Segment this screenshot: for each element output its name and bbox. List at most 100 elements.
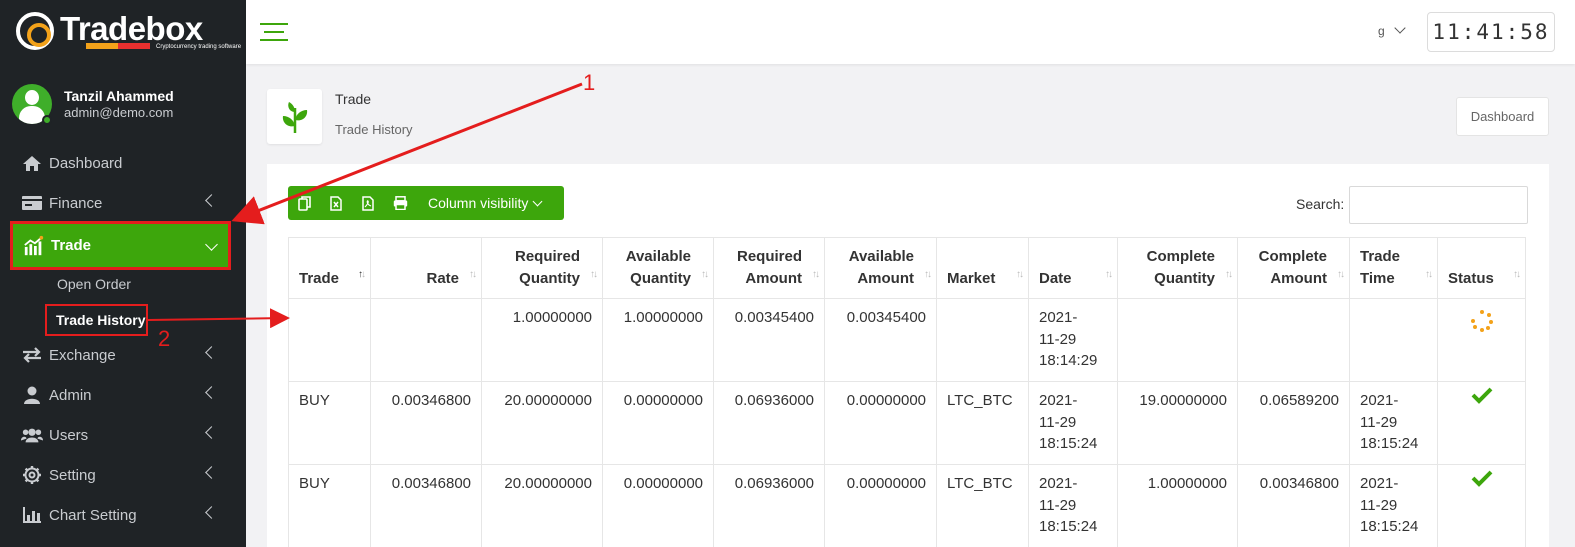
check-icon — [1471, 470, 1492, 487]
cell-available-quantity: 0.00000000 — [602, 381, 714, 465]
cell-trade: BUY — [288, 381, 371, 465]
cell-trade-time: 2021- 11-29 18:15:24 — [1349, 381, 1438, 465]
cell-available-quantity: 1.00000000 — [602, 298, 714, 382]
annotation-label-2: 2 — [158, 326, 171, 351]
cell-required-quantity: 20.00000000 — [481, 464, 603, 547]
user-name: Tanzil Ahammed — [64, 88, 174, 104]
chevron-down-icon[interactable] — [1394, 22, 1406, 34]
sort-asc-icon: ↑↓ — [358, 269, 366, 280]
brand-name-part2: box — [145, 10, 204, 47]
sidebar-subitem-trade-history[interactable]: Trade History — [45, 304, 148, 336]
top-header: g 11:41:58 — [246, 0, 1575, 64]
cell-available-amount: 0.00345400 — [824, 298, 937, 382]
cell-complete-quantity: 19.00000000 — [1117, 381, 1238, 465]
column-header-trade[interactable]: Trade ↑↓ — [288, 237, 371, 299]
home-icon — [21, 154, 43, 172]
sort-icon: ↑↓ — [924, 269, 932, 280]
cell-complete-amount: 0.06589200 — [1237, 381, 1350, 465]
sidebar-item-dashboard[interactable]: Dashboard — [0, 145, 246, 181]
leaf-icon — [267, 89, 322, 144]
chevron-left-icon — [205, 346, 218, 359]
chevron-left-icon — [205, 194, 218, 207]
sidebar: Tradebox Cryptocurrency trading software… — [0, 0, 246, 547]
sort-icon: ↑↓ — [1337, 269, 1345, 280]
dashboard-button[interactable]: Dashboard — [1456, 97, 1549, 136]
brand-tagline: Cryptocurrency trading software — [156, 44, 242, 50]
chart-icon — [23, 235, 45, 255]
sidebar-item-users[interactable]: Users — [0, 417, 246, 453]
cell-required-amount: 0.06936000 — [713, 381, 825, 465]
cell-rate: 0.00346800 — [370, 381, 482, 465]
logo-bar — [86, 43, 150, 49]
cell-required-quantity: 1.00000000 — [481, 298, 603, 382]
chevron-left-icon — [205, 506, 218, 519]
sidebar-item-chart-setting[interactable]: Chart Setting — [0, 497, 246, 533]
sort-icon: ↑↓ — [590, 269, 598, 280]
cell-complete-quantity: 1.00000000 — [1117, 464, 1238, 547]
chevron-down-icon — [532, 196, 543, 206]
column-header-available-amount[interactable]: Available Amount ↑↓ — [824, 237, 937, 299]
logo-mark-icon — [16, 12, 54, 50]
brand-logo[interactable]: Tradebox Cryptocurrency trading software — [16, 10, 241, 54]
digital-clock: 11:41:58 — [1427, 12, 1555, 52]
column-header-trade-time[interactable]: Trade Time ↑↓ — [1349, 237, 1438, 299]
column-header-rate[interactable]: Rate ↑↓ — [370, 237, 482, 299]
sort-icon: ↑↓ — [1425, 269, 1433, 280]
cell-rate: 0.00346800 — [370, 464, 482, 547]
sidebar-item-finance[interactable]: Finance — [0, 185, 246, 221]
pdf-icon[interactable] — [352, 186, 384, 220]
export-toolbar: Column visibility — [288, 186, 564, 220]
hamburger-menu-icon[interactable] — [260, 23, 288, 41]
cell-market — [936, 298, 1029, 382]
column-visibility-button[interactable]: Column visibility — [428, 195, 543, 211]
sort-icon: ↑↓ — [1225, 269, 1233, 280]
copy-icon[interactable] — [288, 186, 320, 220]
table-row: 1.00000000 1.00000000 0.00345400 0.00345… — [288, 298, 1526, 382]
users-icon — [21, 426, 43, 444]
cell-date: 2021- 11-29 18:15:24 — [1028, 381, 1118, 465]
user-email: admin@demo.com — [64, 105, 174, 120]
column-header-date[interactable]: Date ↑↓ — [1028, 237, 1118, 299]
brand-name-part1: Trade — [60, 10, 146, 47]
online-status-icon — [42, 115, 52, 125]
cell-complete-amount: 0.00346800 — [1237, 464, 1350, 547]
exchange-icon — [21, 346, 43, 364]
trade-history-table: Trade ↑↓ Rate ↑↓ Required Quantity ↑↓ Availa… — [288, 237, 1526, 547]
column-header-complete-quantity[interactable]: Complete Quantity ↑↓ — [1117, 237, 1238, 299]
column-header-required-quantity[interactable]: Required Quantity ↑↓ — [481, 237, 603, 299]
trade-history-card: Column visibility Search: Trade ↑↓ Rate ↑↓… — [267, 164, 1549, 547]
cell-required-amount: 0.00345400 — [713, 298, 825, 382]
sidebar-item-admin[interactable]: Admin — [0, 377, 246, 413]
sort-icon: ↑↓ — [1513, 269, 1521, 280]
cell-status — [1437, 464, 1526, 547]
cell-market: LTC_BTC — [936, 464, 1029, 547]
column-header-complete-amount[interactable]: Complete Amount ↑↓ — [1237, 237, 1350, 299]
cell-status — [1437, 298, 1526, 382]
sidebar-subitem-open-order[interactable]: Open Order — [57, 276, 131, 292]
language-selector[interactable]: g — [1378, 24, 1385, 38]
check-icon — [1471, 387, 1492, 404]
column-header-available-quantity[interactable]: Available Quantity ↑↓ — [602, 237, 714, 299]
cell-trade-time: 2021- 11-29 18:15:24 — [1349, 464, 1438, 547]
column-header-status[interactable]: Status ↑↓ — [1437, 237, 1526, 299]
search-input[interactable] — [1349, 186, 1528, 224]
table-row: BUY 0.00346800 20.00000000 0.00000000 0.… — [288, 464, 1526, 547]
sidebar-item-setting[interactable]: Setting — [0, 457, 246, 493]
print-icon[interactable] — [384, 186, 416, 220]
wallet-icon — [21, 194, 43, 212]
column-header-market[interactable]: Market ↑↓ — [936, 237, 1029, 299]
chevron-left-icon — [205, 386, 218, 399]
page-subtitle: Trade History — [335, 122, 413, 137]
cell-trade — [288, 298, 371, 382]
cell-complete-quantity — [1117, 298, 1238, 382]
cell-trade-time — [1349, 298, 1438, 382]
column-header-required-amount[interactable]: Required Amount ↑↓ — [713, 237, 825, 299]
sort-icon: ↑↓ — [1105, 269, 1113, 280]
sidebar-item-exchange[interactable]: Exchange — [0, 337, 246, 373]
cell-required-amount: 0.06936000 — [713, 464, 825, 547]
cell-status — [1437, 381, 1526, 465]
excel-icon[interactable] — [320, 186, 352, 220]
sidebar-item-trade[interactable]: Trade — [10, 221, 231, 270]
cell-available-quantity: 0.00000000 — [602, 464, 714, 547]
cell-required-quantity: 20.00000000 — [481, 381, 603, 465]
